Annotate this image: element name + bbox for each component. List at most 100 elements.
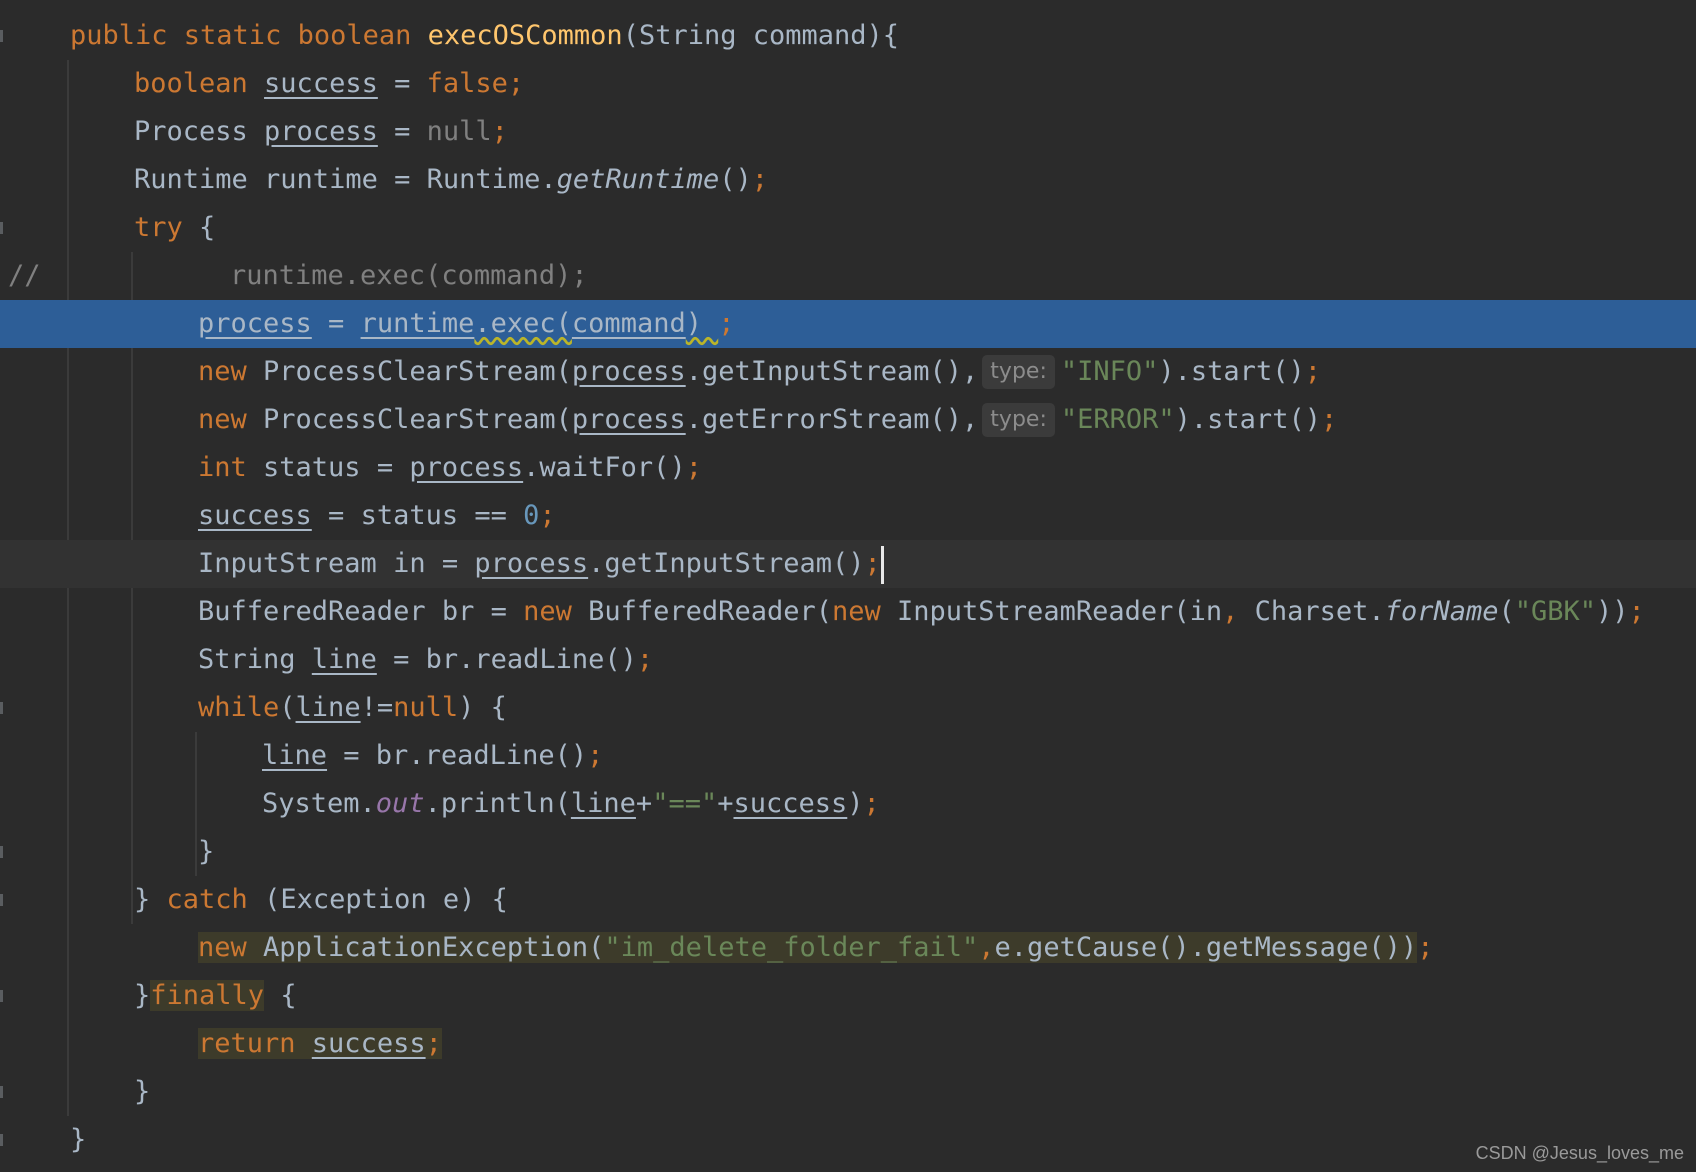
code-text: } xyxy=(198,828,214,876)
code-text: int status = process.waitFor(); xyxy=(198,444,702,492)
code-token: "im_delete_folder_fail" xyxy=(604,932,978,963)
fold-marker-icon[interactable] xyxy=(0,894,3,906)
code-token: { xyxy=(264,980,297,1011)
code-token: process xyxy=(474,548,588,579)
code-token: ).start() xyxy=(1175,404,1321,435)
code-line[interactable]: public static boolean execOSCommon(Strin… xyxy=(0,12,1696,60)
code-line[interactable]: } xyxy=(0,1068,1696,1116)
code-text: new ProcessClearStream(process.getInputS… xyxy=(198,348,1321,396)
code-line[interactable]: int status = process.waitFor(); xyxy=(0,444,1696,492)
code-token: Process xyxy=(134,116,264,147)
code-text: Process process = null; xyxy=(134,108,508,156)
code-token: success xyxy=(312,1028,426,1059)
code-line[interactable]: String line = br.readLine(); xyxy=(0,636,1696,684)
code-line[interactable]: line = br.readLine(); xyxy=(0,732,1696,780)
code-text: runtime.exec(command); xyxy=(230,252,588,300)
code-token: ) xyxy=(847,788,863,819)
code-token: status = xyxy=(263,452,409,483)
code-line[interactable]: } xyxy=(0,1116,1696,1164)
code-token: return xyxy=(198,1028,312,1059)
line-comment-marker: // xyxy=(8,252,41,300)
code-token: .waitFor() xyxy=(523,452,686,483)
code-token: e.getCause().getMessage()) xyxy=(995,932,1418,963)
code-line[interactable]: process = runtime.exec(command) ; xyxy=(0,300,1696,348)
code-token: line xyxy=(262,740,327,771)
code-line[interactable]: success = status == 0; xyxy=(0,492,1696,540)
code-line[interactable]: }finally { xyxy=(0,972,1696,1020)
code-line[interactable]: // runtime.exec(command); xyxy=(0,252,1696,300)
code-token: runtime xyxy=(361,308,475,339)
code-text: while(line!=null) { xyxy=(198,684,507,732)
code-token: success xyxy=(733,788,847,819)
code-token: 0 xyxy=(523,500,539,531)
code-token: int xyxy=(198,452,263,483)
code-line[interactable]: while(line!=null) { xyxy=(0,684,1696,732)
code-text: } xyxy=(134,1068,150,1116)
code-line[interactable]: new ProcessClearStream(process.getInputS… xyxy=(0,348,1696,396)
code-token: success xyxy=(198,500,312,531)
fold-marker-icon[interactable] xyxy=(0,1134,3,1146)
code-text: public static boolean execOSCommon(Strin… xyxy=(70,12,899,60)
fold-marker-icon[interactable] xyxy=(0,30,3,42)
code-line[interactable]: Runtime runtime = Runtime.getRuntime(); xyxy=(0,156,1696,204)
code-text: process = runtime.exec(command) ; xyxy=(198,300,735,348)
code-token: = xyxy=(378,116,427,147)
code-token: new xyxy=(523,596,588,627)
code-token: .getInputStream(), xyxy=(686,356,979,387)
code-line[interactable]: try { xyxy=(0,204,1696,252)
code-token: process xyxy=(409,452,523,483)
code-token: null xyxy=(393,692,458,723)
fold-marker-icon[interactable] xyxy=(0,846,3,858)
text-caret xyxy=(881,546,884,584)
code-token: ProcessClearStream( xyxy=(263,356,572,387)
code-token: { xyxy=(199,212,215,243)
code-token: process xyxy=(572,356,686,387)
code-token: } xyxy=(134,980,150,1011)
code-line[interactable]: boolean success = false; xyxy=(0,60,1696,108)
code-token: ; xyxy=(637,644,653,675)
code-text: new ApplicationException("im_delete_fold… xyxy=(198,924,1433,972)
code-line[interactable]: InputStream in = process.getInputStream(… xyxy=(0,540,1696,588)
code-token: getRuntime xyxy=(557,164,720,195)
code-token: .getErrorStream(), xyxy=(686,404,979,435)
code-token: finally xyxy=(150,980,264,1011)
code-token: + xyxy=(636,788,652,819)
code-token: System. xyxy=(262,788,376,819)
code-line[interactable]: return success; xyxy=(0,1020,1696,1068)
fold-marker-icon[interactable] xyxy=(0,1086,3,1098)
code-token: != xyxy=(361,692,394,723)
code-text: InputStream in = process.getInputStream(… xyxy=(198,540,884,588)
code-token: } xyxy=(134,884,167,915)
code-text: System.out.println(line+"=="+success); xyxy=(262,780,880,828)
code-token: = br.readLine() xyxy=(327,740,587,771)
code-token: , xyxy=(1222,596,1255,627)
code-text: } catch (Exception e) { xyxy=(134,876,508,924)
code-token: ; xyxy=(864,788,880,819)
fold-marker-icon[interactable] xyxy=(0,222,3,234)
code-token: ; xyxy=(426,1028,442,1059)
code-line[interactable]: new ApplicationException("im_delete_fold… xyxy=(0,924,1696,972)
code-text: success = status == 0; xyxy=(198,492,556,540)
code-token: )) xyxy=(1596,596,1629,627)
code-token: ; xyxy=(587,740,603,771)
code-token: + xyxy=(717,788,733,819)
code-token: try xyxy=(134,212,199,243)
code-text: } xyxy=(70,1116,86,1164)
code-line[interactable]: Process process = null; xyxy=(0,108,1696,156)
fold-marker-icon[interactable] xyxy=(0,702,3,714)
code-token: ( xyxy=(279,692,295,723)
code-token: Charset. xyxy=(1255,596,1385,627)
code-line[interactable]: BufferedReader br = new BufferedReader(n… xyxy=(0,588,1696,636)
code-text: try { xyxy=(134,204,215,252)
code-editor[interactable]: public static boolean execOSCommon(Strin… xyxy=(0,0,1696,1172)
code-token: (Exception e) { xyxy=(264,884,508,915)
code-token: public static boolean xyxy=(70,20,428,51)
code-text: new ProcessClearStream(process.getErrorS… xyxy=(198,396,1337,444)
code-token: new xyxy=(198,356,263,387)
code-text: boolean success = false; xyxy=(134,60,524,108)
code-line[interactable]: } catch (Exception e) { xyxy=(0,876,1696,924)
code-line[interactable]: System.out.println(line+"=="+success); xyxy=(0,780,1696,828)
code-line[interactable]: new ProcessClearStream(process.getErrorS… xyxy=(0,396,1696,444)
fold-marker-icon[interactable] xyxy=(0,990,3,1002)
code-line[interactable]: } xyxy=(0,828,1696,876)
